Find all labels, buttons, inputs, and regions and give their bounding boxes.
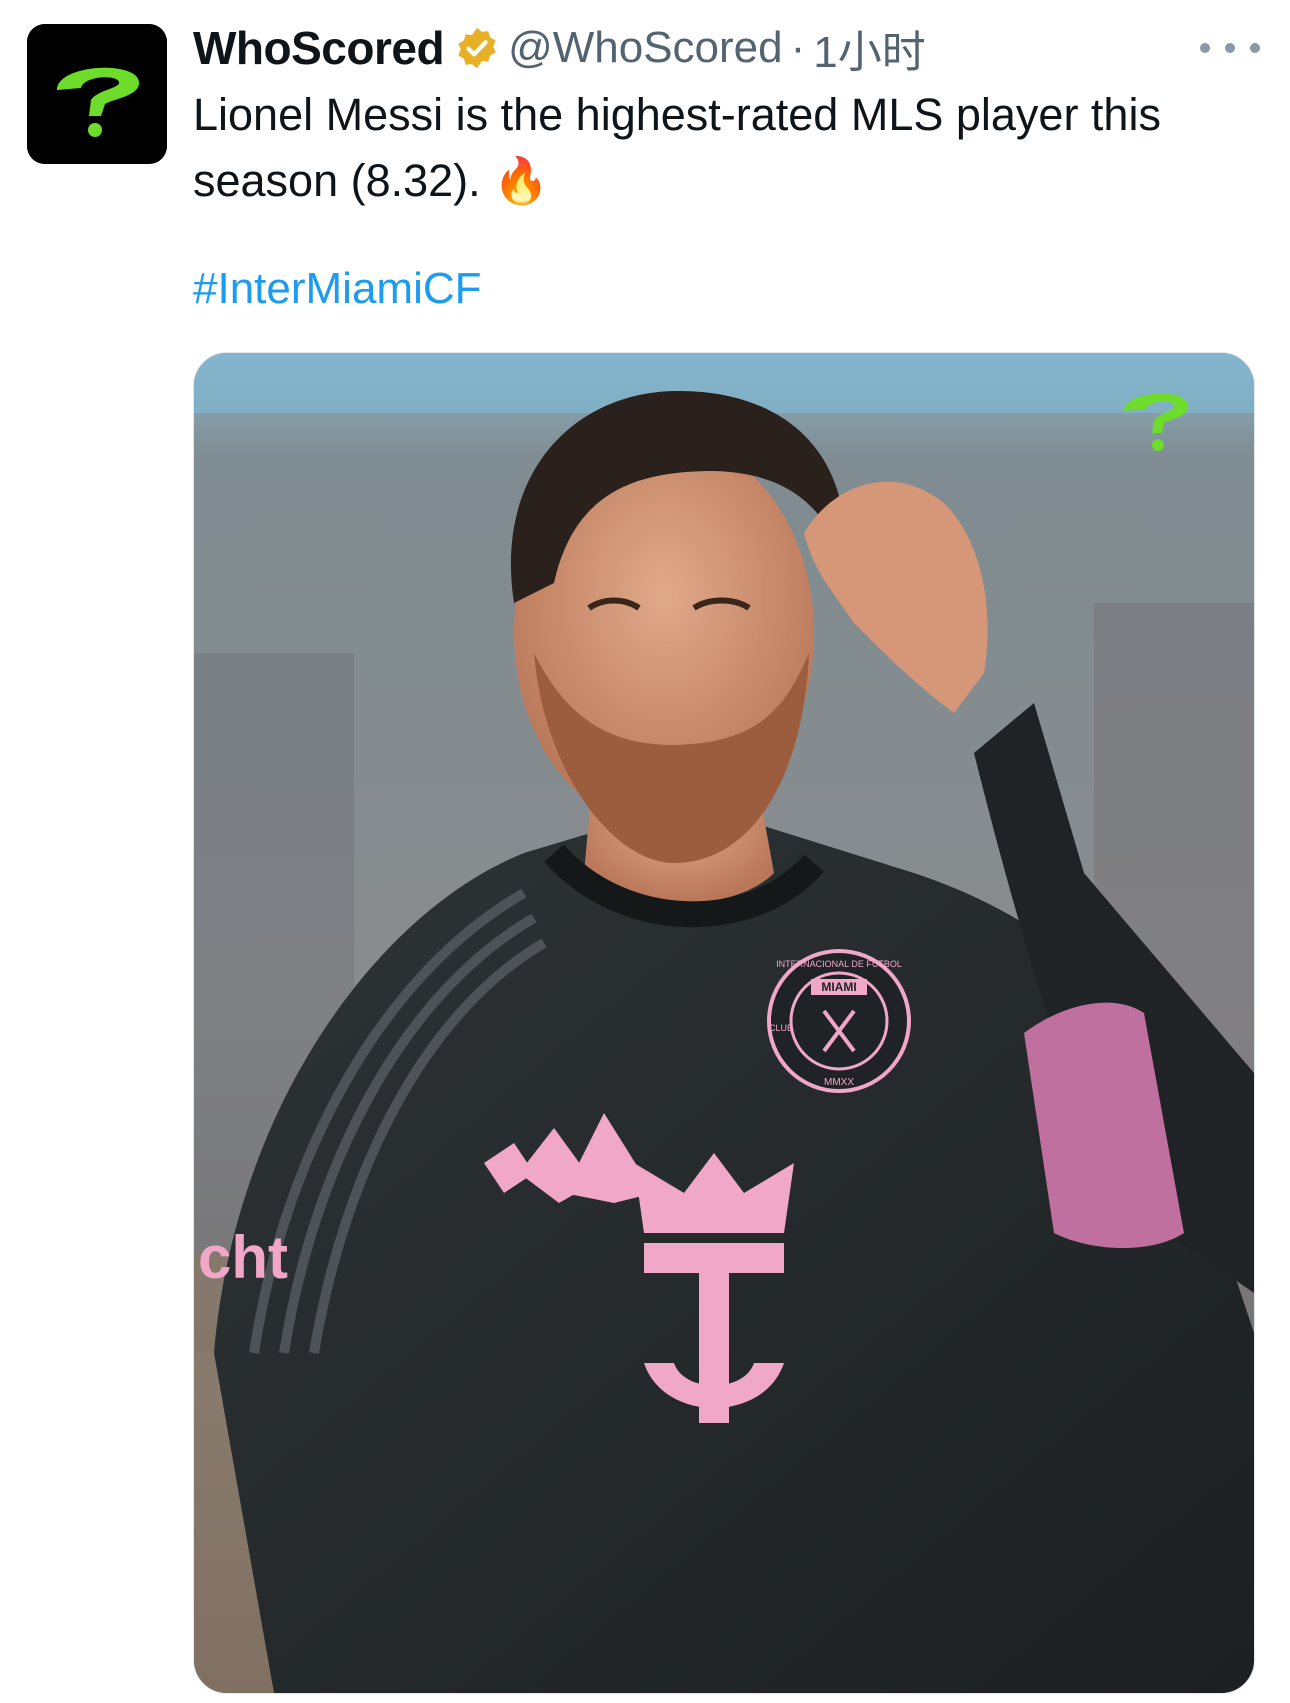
separator-dot: ·	[790, 23, 806, 72]
post-time[interactable]: 1小时	[813, 16, 925, 80]
tweet-text-line-1: Lionel Messi is the highest-rated MLS pl…	[193, 89, 1161, 140]
sleeve-sponsor-text: cht	[198, 1224, 288, 1291]
fire-emoji-icon: 🔥	[493, 155, 550, 206]
crest-bottom-text: MMXX	[824, 1077, 854, 1088]
crest-side-text: CLUB	[769, 1023, 793, 1033]
whoscored-logo-icon	[27, 24, 167, 164]
player-photo-image: MIAMI INTERNACIONAL DE FUTBOL CLUB MMXX …	[194, 353, 1254, 1693]
tweet-media-image[interactable]: MIAMI INTERNACIONAL DE FUTBOL CLUB MMXX …	[193, 352, 1255, 1694]
author-name[interactable]: WhoScored	[193, 21, 445, 75]
crest-top-text: INTERNACIONAL DE FUTBOL	[776, 959, 902, 969]
hashtag-link[interactable]: #InterMiamiCF	[193, 264, 482, 314]
tweet-header: WhoScored @WhoScored · 1小时	[193, 18, 1270, 78]
tweet-text-line-2-text: season (8.32).	[193, 155, 481, 206]
tweet-body: Lionel Messi is the highest-rated MLS pl…	[193, 82, 1253, 214]
author-avatar[interactable]	[27, 24, 167, 164]
crest-name-text: MIAMI	[821, 980, 856, 994]
gold-verified-badge-icon[interactable]	[454, 25, 500, 71]
tweet-text-line-2: season (8.32). 🔥	[193, 148, 1253, 214]
more-options-icon[interactable]	[1200, 28, 1260, 68]
club-crest-icon: MIAMI INTERNACIONAL DE FUTBOL CLUB MMXX	[767, 949, 911, 1093]
author-handle[interactable]: @WhoScored	[508, 23, 783, 73]
